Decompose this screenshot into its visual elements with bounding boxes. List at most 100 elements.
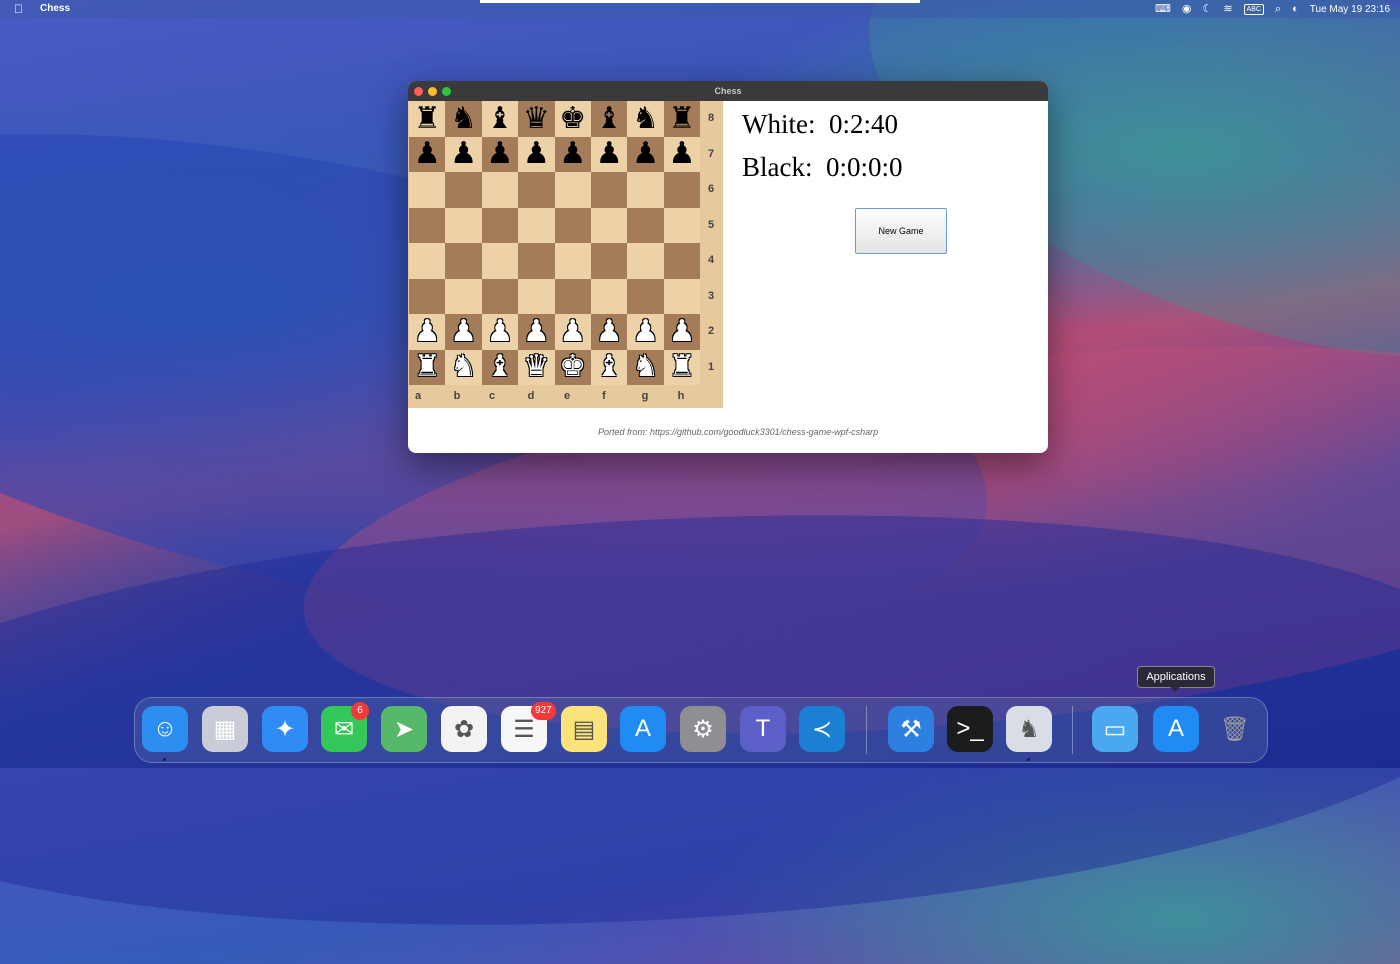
- black-king-icon[interactable]: ♚: [559, 103, 586, 134]
- black-knight-icon[interactable]: ♞: [450, 103, 477, 134]
- square-c6[interactable]: [481, 172, 519, 208]
- dock-trash-icon[interactable]: 🗑: [1212, 706, 1258, 752]
- white-pawn-icon[interactable]: ♟: [487, 316, 514, 347]
- black-bishop-icon[interactable]: ♝: [596, 103, 623, 134]
- square-a2[interactable]: ♟: [409, 314, 446, 350]
- dock-xcode-icon[interactable]: ⚒: [888, 706, 934, 752]
- square-g8[interactable]: ♞: [627, 101, 664, 137]
- moon-icon[interactable]: ☾: [1202, 0, 1212, 18]
- square-f4[interactable]: [590, 243, 628, 279]
- dock-maps-icon[interactable]: ➤: [381, 706, 427, 752]
- white-knight-icon[interactable]: ♞: [450, 352, 477, 382]
- square-d6[interactable]: [518, 172, 555, 208]
- white-pawn-icon[interactable]: ♟: [668, 316, 695, 347]
- square-f6[interactable]: [590, 172, 628, 208]
- square-a3[interactable]: [409, 278, 446, 314]
- black-pawn-icon[interactable]: ♟: [559, 139, 586, 169]
- square-c3[interactable]: [481, 278, 519, 314]
- white-bishop-icon[interactable]: ♝: [487, 352, 514, 382]
- square-f5[interactable]: [590, 207, 628, 243]
- dock-applications-folder-icon[interactable]: ▭: [1092, 706, 1138, 752]
- square-f2[interactable]: ♟: [590, 314, 628, 350]
- account-icon[interactable]: ◉: [1182, 0, 1192, 18]
- black-pawn-icon[interactable]: ♟: [414, 139, 441, 169]
- square-h3[interactable]: [663, 278, 701, 314]
- black-knight-icon[interactable]: ♞: [632, 103, 659, 134]
- dock-app-store-icon[interactable]: A: [620, 706, 666, 752]
- white-rook-icon[interactable]: ♜: [668, 352, 695, 382]
- chess-board[interactable]: ♜ ♞ ♝ ♛ ♚ ♝ ♞ ♜ ♟ ♟ ♟ ♟ ♟ ♟ ♟ ♟ ♟ ♟ ♟ ♟ ♟ ♟ ♟ ♟ ♜ ♞ ♝ ♛ ♚ ♝ ♞ ♜: [409, 101, 701, 385]
- square-d5[interactable]: [518, 207, 555, 243]
- square-b7[interactable]: ♟: [445, 136, 482, 172]
- black-pawn-icon[interactable]: ♟: [632, 139, 659, 169]
- square-e3[interactable]: [554, 278, 591, 314]
- black-pawn-icon[interactable]: ♟: [668, 139, 695, 169]
- white-pawn-icon[interactable]: ♟: [632, 316, 659, 347]
- square-d4[interactable]: [518, 243, 555, 279]
- square-h4[interactable]: [663, 243, 701, 279]
- square-e2[interactable]: ♟: [554, 314, 591, 350]
- square-b2[interactable]: ♟: [445, 314, 482, 350]
- square-c7[interactable]: ♟: [481, 136, 519, 172]
- dock-finder-icon[interactable]: ☺: [142, 706, 188, 752]
- apple-menu-icon[interactable]: : [14, 2, 23, 16]
- white-pawn-icon[interactable]: ♟: [450, 316, 477, 347]
- dock-chess-icon[interactable]: ♞: [1006, 706, 1052, 752]
- square-g1[interactable]: ♞: [627, 349, 664, 385]
- dock-teams-icon[interactable]: T: [740, 706, 786, 752]
- wifi-icon[interactable]: ≋: [1223, 0, 1232, 18]
- square-h6[interactable]: [663, 172, 701, 208]
- square-b6[interactable]: [445, 172, 482, 208]
- white-pawn-icon[interactable]: ♟: [523, 316, 550, 347]
- square-d7[interactable]: ♟: [518, 136, 555, 172]
- square-g4[interactable]: [627, 243, 664, 279]
- black-pawn-icon[interactable]: ♟: [596, 139, 623, 169]
- square-e5[interactable]: [554, 207, 591, 243]
- square-g6[interactable]: [627, 172, 664, 208]
- square-d3[interactable]: [518, 278, 555, 314]
- black-bishop-icon[interactable]: ♝: [487, 103, 514, 134]
- square-h5[interactable]: [663, 207, 701, 243]
- black-pawn-icon[interactable]: ♟: [487, 139, 514, 169]
- title-bar[interactable]: Chess: [408, 81, 1048, 101]
- square-e8[interactable]: ♚: [554, 101, 591, 137]
- dock-vscode-icon[interactable]: ≺: [799, 706, 845, 752]
- square-e4[interactable]: [554, 243, 591, 279]
- dock-terminal-icon[interactable]: >_: [947, 706, 993, 752]
- square-c4[interactable]: [481, 243, 519, 279]
- black-pawn-icon[interactable]: ♟: [450, 139, 477, 169]
- black-rook-icon[interactable]: ♜: [668, 103, 695, 134]
- square-c5[interactable]: [481, 207, 519, 243]
- square-b1[interactable]: ♞: [445, 349, 482, 385]
- square-g7[interactable]: ♟: [627, 136, 664, 172]
- white-pawn-icon[interactable]: ♟: [596, 316, 623, 347]
- black-queen-icon[interactable]: ♛: [523, 103, 550, 134]
- square-h8[interactable]: ♜: [663, 101, 701, 137]
- square-a8[interactable]: ♜: [409, 101, 446, 137]
- square-f7[interactable]: ♟: [590, 136, 628, 172]
- square-d8[interactable]: ♛: [518, 101, 555, 137]
- square-g2[interactable]: ♟: [627, 314, 664, 350]
- dock-app-store-2-icon[interactable]: A: [1153, 706, 1199, 752]
- square-h2[interactable]: ♟: [663, 314, 701, 350]
- app-menu[interactable]: Chess: [40, 3, 70, 14]
- black-pawn-icon[interactable]: ♟: [523, 139, 550, 169]
- white-bishop-icon[interactable]: ♝: [596, 352, 623, 382]
- square-a5[interactable]: [409, 207, 446, 243]
- white-king-icon[interactable]: ♚: [559, 352, 586, 382]
- square-h7[interactable]: ♟: [663, 136, 701, 172]
- dock-notes-icon[interactable]: ▤: [561, 706, 607, 752]
- square-f3[interactable]: [590, 278, 628, 314]
- square-f8[interactable]: ♝: [590, 101, 628, 137]
- dock-safari-icon[interactable]: ✦: [262, 706, 308, 752]
- square-e6[interactable]: [554, 172, 591, 208]
- square-c2[interactable]: ♟: [481, 314, 519, 350]
- search-icon[interactable]: ⌕: [1275, 0, 1281, 18]
- square-c8[interactable]: ♝: [481, 101, 519, 137]
- square-h1[interactable]: ♜: [663, 349, 701, 385]
- square-d2[interactable]: ♟: [518, 314, 555, 350]
- square-d1[interactable]: ♛: [518, 349, 555, 385]
- dock-system-settings-icon[interactable]: ⚙: [680, 706, 726, 752]
- white-rook-icon[interactable]: ♜: [414, 352, 441, 382]
- white-queen-icon[interactable]: ♛: [523, 352, 550, 382]
